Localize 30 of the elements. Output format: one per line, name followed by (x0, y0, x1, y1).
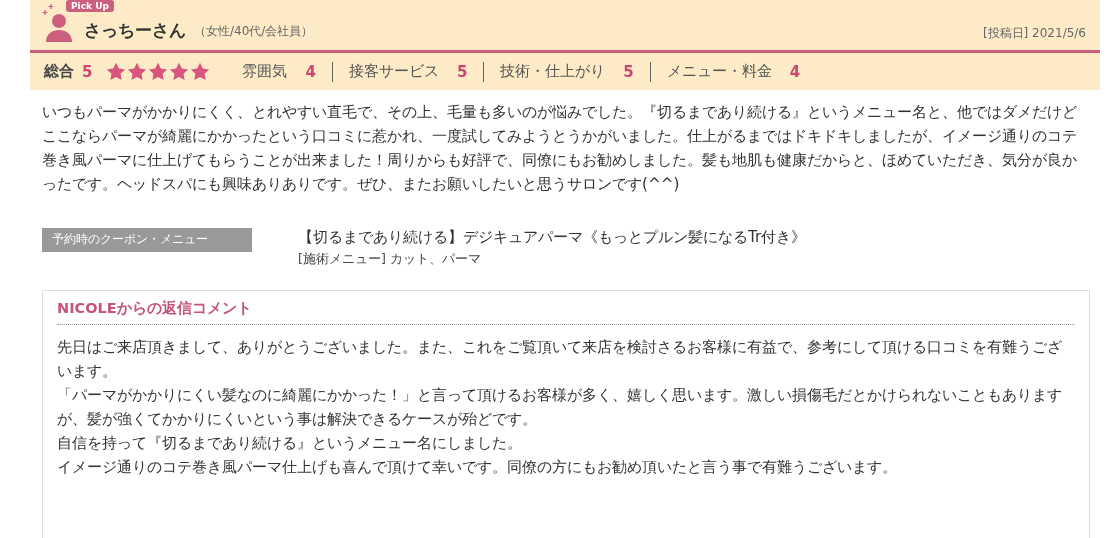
reply-text: 先日はご来店頂きまして、ありがとうございました。また、これをご覧頂いて来店を検討さるお客様に有益で、参考にして頂ける口コミを有難うございます。 (57, 337, 1063, 381)
reviewer-attributes: （女性/40代/会社員） (194, 23, 314, 40)
rating-label: 雰囲気 (242, 62, 288, 81)
user-icon (44, 12, 74, 42)
pick-up-badge: Pick Up (66, 0, 114, 12)
star-icon (106, 62, 127, 81)
treatment-menu: [施術メニュー] カット、パーマ (298, 251, 807, 268)
star-icon (190, 62, 211, 81)
rating-score: 4 (305, 62, 316, 81)
reply-text: 「パーマがかかりにくい髪なのに綺麗にかかった！」と言って頂けるお客様が多く、嬉しく思います。激しい損傷毛だとかけられないこともありますが、髪が強くてかかりにくいという事は解決できるケースが殆どです。 (57, 385, 1063, 429)
rating-label: メニュー・料金 (666, 62, 772, 81)
rating-label: 技術・仕上がり (500, 62, 606, 81)
reply-text: イメージ通りのコテ巻き風パーマ仕上げも喜んで頂けて幸いです。同僚の方にもお勧め頂いたと言う事で有難うございます。 (57, 457, 898, 477)
star-icon (169, 62, 190, 81)
rating-score: 5 (456, 62, 468, 81)
reviewer-name: さっちーさん (84, 19, 186, 42)
posted-date: [投稿日] 2021/5/6 (982, 25, 1086, 42)
rating-label: 接客サービス (348, 62, 439, 81)
coupon-title: 【切るまであり続ける】デジキュアパーマ《もっとプルン髪になるTr付き》 (298, 228, 807, 247)
star-icon (148, 62, 169, 81)
rating-score: 5 (82, 62, 93, 81)
star-icon (127, 62, 148, 81)
rating-score: 5 (623, 62, 634, 81)
reply-text: 自信を持って『切るまであり続ける』というメニュー名にしました。 (57, 433, 523, 453)
rating-score: 4 (789, 62, 801, 81)
reply-title: NICOLEからの返信コメント (57, 299, 1075, 325)
coupon-label: 予約時のクーポン・メニュー (42, 228, 252, 252)
review-text: いつもパーマがかかりにくく、とれやすい直毛で、その上、毛量も多いのが悩みでした。『切るまであり続ける』というメニュー名と、他ではダメだけどここならパーマが綺麗にかかったという口コミに惹かれ、一度試してみようとうかがいました。仕上がるまではドキドキしましたが、イメージ通りのコテ巻き風パーマに仕上げてもらうことが出来ました！周りからも好評で、同僚にもお勧めしました。髪も地肌も健康だからと、ほめていただき、気分が良かったです。ヘッドスパにも興味ありありです。ぜひ、またお願いしたいと思うサロンです(^^) (42, 102, 1078, 195)
rating-label: 総合 (44, 62, 74, 81)
sparkle-icon (42, 4, 56, 16)
